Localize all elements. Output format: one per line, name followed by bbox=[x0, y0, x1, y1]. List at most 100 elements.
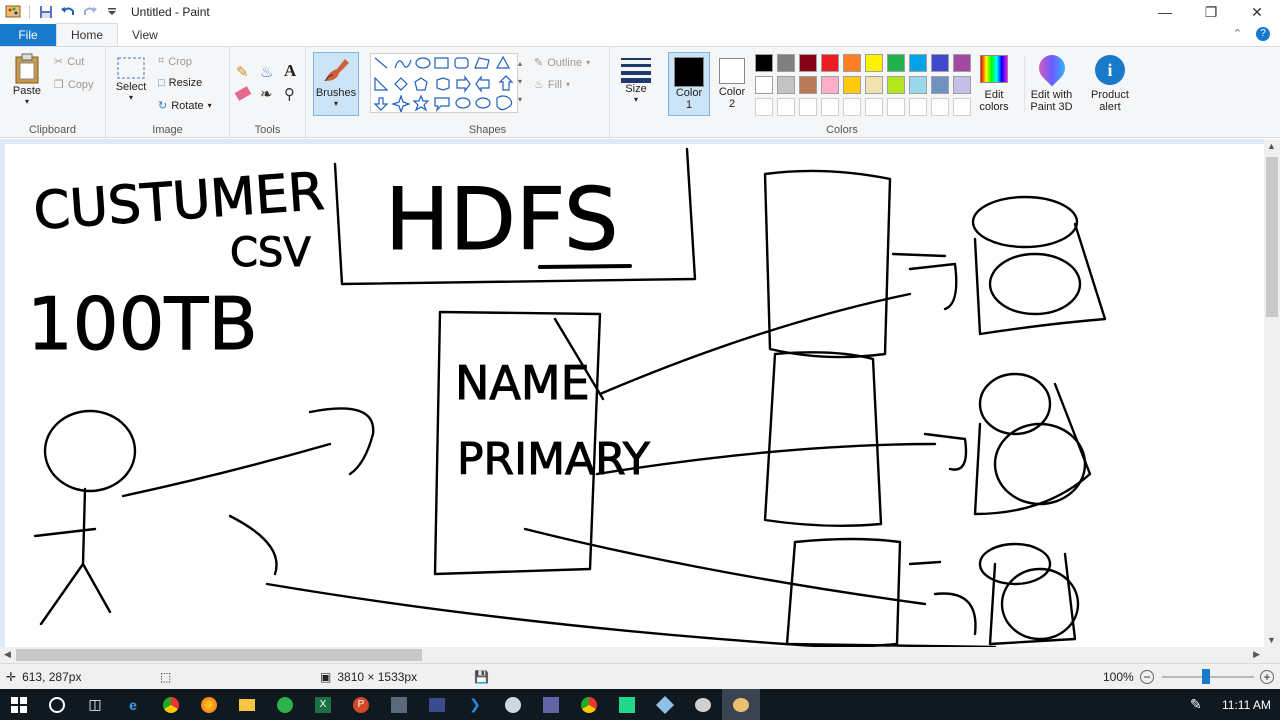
cortana-icon[interactable] bbox=[38, 689, 76, 720]
snipping-tool-icon[interactable] bbox=[380, 689, 418, 720]
palette-swatch[interactable] bbox=[821, 76, 839, 94]
cut-button[interactable]: ✂ Cut bbox=[54, 55, 84, 69]
app-icon-1[interactable] bbox=[494, 689, 532, 720]
zoom-out-icon[interactable]: − bbox=[1140, 669, 1154, 684]
palette-swatch[interactable] bbox=[909, 98, 927, 116]
fill-bucket-icon[interactable]: ♨ bbox=[260, 63, 273, 81]
palette-swatch[interactable] bbox=[931, 54, 949, 72]
resize-button[interactable]: □ Resize bbox=[158, 77, 202, 89]
pencil-icon[interactable]: ✎ bbox=[236, 63, 249, 81]
edit-colors-button[interactable]: Edit colors bbox=[974, 55, 1014, 113]
palette-swatch[interactable] bbox=[887, 54, 905, 72]
vscode-icon[interactable]: ❯ bbox=[456, 689, 494, 720]
edge-icon[interactable]: e bbox=[114, 689, 152, 720]
text-icon[interactable]: A bbox=[284, 61, 296, 81]
horizontal-scrollbar[interactable]: ◀ ▶ bbox=[0, 647, 1264, 663]
palette-swatch[interactable] bbox=[931, 98, 949, 116]
tab-file[interactable]: File bbox=[0, 24, 56, 46]
scroll-up-icon[interactable]: ▲ bbox=[1267, 141, 1276, 151]
select-button[interactable]: Select ▾ bbox=[114, 55, 148, 102]
paint-taskbar-icon[interactable] bbox=[722, 689, 760, 720]
palette-swatch[interactable] bbox=[777, 98, 795, 116]
scroll-right-icon[interactable]: ▶ bbox=[1253, 649, 1260, 660]
customize-qat-icon[interactable] bbox=[103, 3, 121, 21]
palette-swatch[interactable] bbox=[953, 54, 971, 72]
palette-swatch[interactable] bbox=[821, 98, 839, 116]
paste-button[interactable]: Paste ▾ bbox=[8, 53, 46, 106]
save-icon[interactable] bbox=[37, 3, 55, 21]
teams-icon[interactable] bbox=[532, 689, 570, 720]
shapes-gallery[interactable] bbox=[370, 53, 518, 114]
chrome-icon-2[interactable] bbox=[570, 689, 608, 720]
vertical-scroll-thumb[interactable] bbox=[1266, 157, 1278, 317]
fill-button[interactable]: ♨ Fill ▾ bbox=[534, 78, 570, 92]
scroll-down-icon[interactable]: ▼ bbox=[1267, 635, 1276, 645]
cmd-icon[interactable] bbox=[418, 689, 456, 720]
palette-swatch[interactable] bbox=[799, 98, 817, 116]
pen-icon[interactable]: ✎ bbox=[1190, 696, 1202, 713]
zoom-slider-thumb[interactable] bbox=[1202, 669, 1210, 684]
palette-swatch[interactable] bbox=[755, 98, 773, 116]
maps-icon[interactable] bbox=[266, 689, 304, 720]
palette-swatch[interactable] bbox=[865, 76, 883, 94]
palette-swatch[interactable] bbox=[909, 76, 927, 94]
edit-with-paint3d-button[interactable]: Edit with Paint 3D bbox=[1024, 49, 1078, 113]
sketch-drawing: CUSTUMER CSV 100TB HDFS NAME PRIMARY bbox=[27, 147, 1107, 649]
crop-button[interactable]: ⌗ Crop bbox=[158, 55, 192, 68]
brushes-button[interactable]: Brushes ▾ bbox=[313, 52, 359, 116]
palette-swatch[interactable] bbox=[799, 76, 817, 94]
palette-swatch[interactable] bbox=[953, 98, 971, 116]
help-icon[interactable]: ? bbox=[1256, 27, 1270, 41]
size-button[interactable]: Size ▾ bbox=[616, 55, 656, 104]
rotate-button[interactable]: ↻ Rotate ▾ bbox=[158, 99, 212, 113]
palette-swatch[interactable] bbox=[865, 54, 883, 72]
palette-swatch[interactable] bbox=[821, 54, 839, 72]
palette-swatch[interactable] bbox=[953, 76, 971, 94]
tab-home[interactable]: Home bbox=[56, 23, 119, 46]
palette-swatch[interactable] bbox=[777, 54, 795, 72]
clock[interactable]: 11:11 AM bbox=[1222, 698, 1271, 712]
palette-swatch[interactable] bbox=[755, 54, 773, 72]
tab-view[interactable]: View bbox=[118, 24, 172, 46]
copy-button[interactable]: ❐ Copy bbox=[54, 78, 94, 92]
powerpoint-icon[interactable]: P bbox=[342, 689, 380, 720]
magnifier-icon[interactable]: ⚲ bbox=[284, 85, 295, 103]
drawing-canvas[interactable]: CUSTUMER CSV 100TB HDFS NAME PRIMARY bbox=[5, 144, 1264, 649]
palette-swatch[interactable] bbox=[843, 76, 861, 94]
restore-icon[interactable]: ❐ bbox=[1188, 0, 1234, 24]
palette-swatch[interactable] bbox=[843, 54, 861, 72]
vertical-scrollbar[interactable]: ▲ ▼ bbox=[1264, 139, 1280, 647]
redo-icon[interactable] bbox=[81, 3, 99, 21]
product-alert-button[interactable]: i Product alert bbox=[1084, 55, 1136, 113]
pycharm-icon[interactable] bbox=[608, 689, 646, 720]
task-view-icon[interactable]: ◫ bbox=[76, 689, 114, 720]
paint-app-icon[interactable] bbox=[4, 3, 22, 21]
close-icon[interactable]: ✕ bbox=[1234, 0, 1280, 24]
palette-swatch[interactable] bbox=[887, 76, 905, 94]
eraser-icon[interactable] bbox=[234, 86, 252, 101]
excel-icon[interactable]: X bbox=[304, 689, 342, 720]
palette-swatch[interactable] bbox=[843, 98, 861, 116]
file-explorer-icon[interactable] bbox=[228, 689, 266, 720]
shapes-scroll[interactable]: ▴ ▾ ▾ bbox=[518, 55, 522, 109]
color-picker-icon[interactable]: ❧ bbox=[260, 85, 273, 103]
horizontal-scroll-thumb[interactable] bbox=[16, 649, 422, 661]
windows-start-icon[interactable] bbox=[0, 689, 38, 720]
palette-swatch[interactable] bbox=[887, 98, 905, 116]
scroll-left-icon[interactable]: ◀ bbox=[4, 649, 11, 660]
collapse-ribbon-icon[interactable]: ⌃ bbox=[1233, 27, 1242, 41]
undo-icon[interactable] bbox=[59, 3, 77, 21]
virtualbox-icon[interactable] bbox=[646, 689, 684, 720]
palette-swatch[interactable] bbox=[755, 76, 773, 94]
palette-swatch[interactable] bbox=[909, 54, 927, 72]
palette-swatch[interactable] bbox=[865, 98, 883, 116]
outline-button[interactable]: ✎ Outline ▾ bbox=[534, 56, 590, 70]
chrome-icon[interactable] bbox=[152, 689, 190, 720]
zoom-in-icon[interactable]: + bbox=[1260, 669, 1274, 684]
palette-swatch[interactable] bbox=[931, 76, 949, 94]
palette-swatch[interactable] bbox=[777, 76, 795, 94]
minimize-icon[interactable]: — bbox=[1142, 0, 1188, 24]
palette-swatch[interactable] bbox=[799, 54, 817, 72]
app-icon-2[interactable] bbox=[684, 689, 722, 720]
firefox-icon[interactable] bbox=[190, 689, 228, 720]
